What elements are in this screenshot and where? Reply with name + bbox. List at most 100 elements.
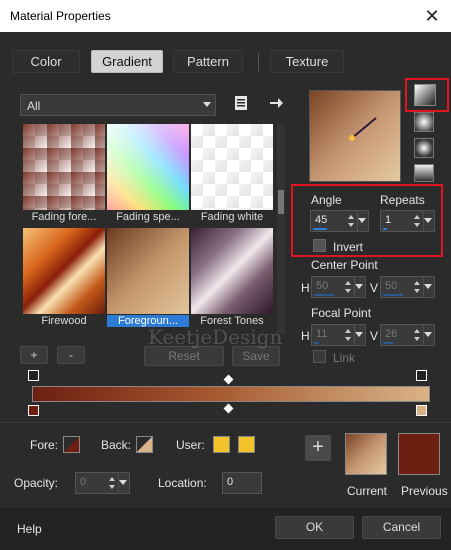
gradient-swatch <box>23 228 105 314</box>
add-to-swatches-button[interactable]: + <box>305 435 331 461</box>
spin-down-icon[interactable] <box>414 223 420 227</box>
spin-up-icon[interactable] <box>345 329 351 333</box>
center-v-value: 50 <box>385 280 398 292</box>
focal-h-label: H <box>301 329 310 343</box>
invert-checkbox[interactable] <box>313 239 326 252</box>
spin-up-icon[interactable] <box>414 215 420 219</box>
color-stop-foreground[interactable] <box>28 405 39 416</box>
tab-texture[interactable]: Texture <box>270 50 344 73</box>
previous-label: Previous <box>401 484 448 498</box>
cancel-button[interactable]: Cancel <box>362 516 441 539</box>
gradient-list-scrollbar[interactable] <box>277 124 285 334</box>
back-label: Back: <box>101 438 132 452</box>
repeats-label: Repeats <box>380 193 425 207</box>
close-icon[interactable]: ✕ <box>419 3 445 29</box>
angle-handle-icon[interactable] <box>346 114 380 144</box>
reset-button[interactable]: Reset <box>144 346 224 366</box>
center-h-value: 50 <box>316 280 329 292</box>
spin-up-icon[interactable] <box>348 215 354 219</box>
center-v-dropdown[interactable] <box>423 276 435 298</box>
user-color-swatch[interactable] <box>213 436 230 453</box>
fore-color-swatch[interactable] <box>63 436 80 453</box>
spin-up-icon[interactable] <box>414 281 420 285</box>
repeats-value: 1 <box>385 214 392 226</box>
gradient-thumb-fading-white[interactable]: Fading white <box>191 124 273 223</box>
gradient-label: Fading fore... <box>31 211 97 223</box>
focal-h-spinner[interactable]: 11 <box>311 324 355 346</box>
chevron-down-icon <box>203 102 211 107</box>
tab-separator <box>258 53 259 71</box>
spin-up-icon[interactable] <box>345 281 351 285</box>
previous-swatch[interactable] <box>398 433 440 475</box>
opacity-value: 0 <box>80 476 87 488</box>
spin-down-icon[interactable] <box>414 337 420 341</box>
spin-down-icon[interactable] <box>109 485 115 489</box>
center-h-dropdown[interactable] <box>354 276 366 298</box>
repeats-dropdown[interactable] <box>423 210 435 232</box>
tab-gradient[interactable]: Gradient <box>91 50 163 73</box>
spin-down-icon[interactable] <box>348 223 354 227</box>
center-h-label: H <box>301 281 310 295</box>
focal-h-value: 11 <box>316 328 328 340</box>
gradient-thumb-fading-foreground[interactable]: Fading fore... <box>23 124 105 223</box>
scrollbar-thumb[interactable] <box>278 190 284 214</box>
spin-up-icon[interactable] <box>109 477 115 481</box>
current-swatch[interactable] <box>345 433 387 475</box>
back-color-swatch[interactable] <box>136 436 153 453</box>
save-button[interactable]: Save <box>232 346 280 366</box>
opacity-spinner[interactable]: 0 <box>75 472 119 494</box>
gradient-list-icon[interactable] <box>233 95 249 111</box>
window-title: Material Properties <box>10 9 111 23</box>
color-stop-background[interactable] <box>416 405 427 416</box>
help-link[interactable]: Help <box>17 522 42 536</box>
tab-pattern[interactable]: Pattern <box>173 50 243 73</box>
location-value: 0 <box>227 476 234 488</box>
add-gradient-button[interactable]: + <box>20 346 48 364</box>
angle-dropdown[interactable] <box>357 210 369 232</box>
spin-down-icon[interactable] <box>414 289 420 293</box>
ok-button[interactable]: OK <box>275 516 354 539</box>
chevron-down-icon <box>119 480 127 485</box>
arrow-right-icon[interactable] <box>268 95 284 111</box>
opacity-stop-marker[interactable] <box>416 370 427 381</box>
spin-down-icon[interactable] <box>345 289 351 293</box>
repeats-spinner[interactable]: 1 <box>380 210 424 232</box>
chevron-down-icon <box>358 218 366 223</box>
remove-gradient-button[interactable]: - <box>57 346 85 364</box>
gradient-thumb-forest-tones[interactable]: Forest Tones <box>191 228 273 327</box>
chevron-down-icon <box>355 332 363 337</box>
angle-label: Angle <box>311 193 342 207</box>
category-value: All <box>27 99 41 113</box>
focal-v-dropdown[interactable] <box>423 324 435 346</box>
gradient-thumb-foreground-background[interactable]: Foregroun... <box>107 228 189 327</box>
center-h-spinner[interactable]: 50 <box>311 276 355 298</box>
rectangular-style-icon[interactable] <box>414 112 434 132</box>
user-color-picker[interactable] <box>238 436 255 453</box>
focal-h-dropdown[interactable] <box>354 324 366 346</box>
opacity-stop-marker[interactable] <box>28 370 39 381</box>
center-v-progress <box>383 294 403 296</box>
gradient-editor-bar[interactable] <box>32 386 430 402</box>
linear-style-icon[interactable] <box>414 84 436 106</box>
tab-color[interactable]: Color <box>12 50 80 73</box>
gradient-thumb-fading-spectrum[interactable]: Fading spe... <box>107 124 189 223</box>
location-input[interactable]: 0 <box>222 472 262 494</box>
sunburst-style-icon[interactable] <box>414 138 434 158</box>
focal-v-spinner[interactable]: 26 <box>380 324 424 346</box>
spin-down-icon[interactable] <box>345 337 351 341</box>
center-v-spinner[interactable]: 50 <box>380 276 424 298</box>
center-point-label: Center Point <box>311 258 378 272</box>
fore-label: Fore: <box>30 438 59 452</box>
radial-style-icon[interactable] <box>414 164 434 182</box>
center-h-progress <box>314 294 334 296</box>
title-bar: Material Properties ✕ <box>0 0 451 32</box>
opacity-dropdown[interactable] <box>118 472 130 494</box>
spin-up-icon[interactable] <box>414 329 420 333</box>
gradient-label: Fading white <box>200 211 264 223</box>
chevron-down-icon <box>424 332 432 337</box>
category-dropdown[interactable]: All <box>20 94 216 116</box>
user-label: User: <box>176 438 205 452</box>
gradient-thumb-firewood[interactable]: Firewood <box>23 228 105 327</box>
link-checkbox[interactable] <box>313 350 326 363</box>
watermark-text: KeetjeDesign <box>148 325 283 349</box>
